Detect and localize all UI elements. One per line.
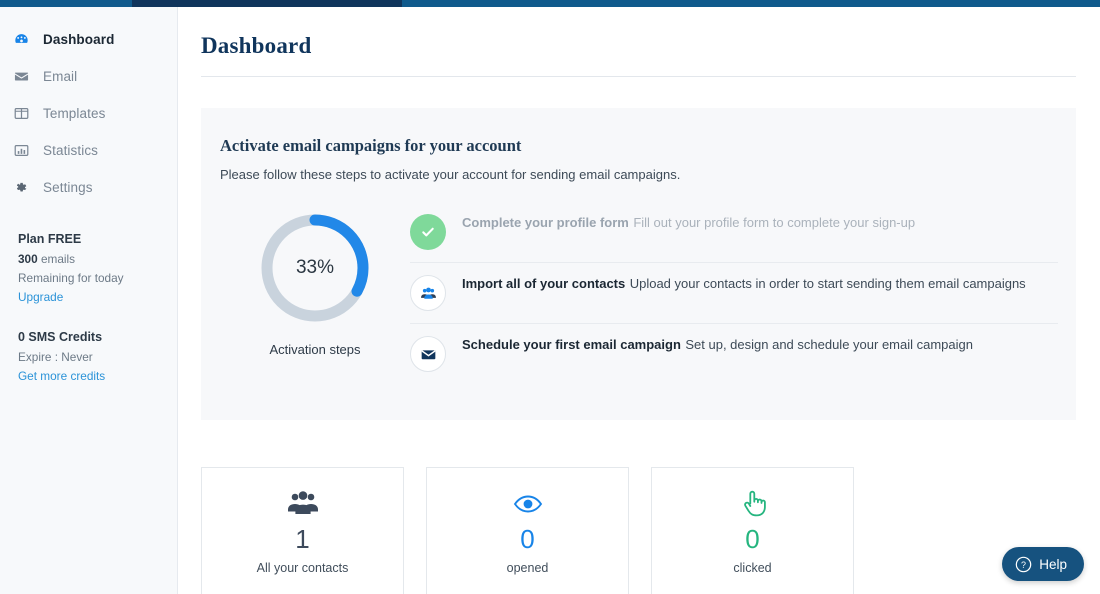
- get-more-credits-link[interactable]: Get more credits: [18, 369, 177, 383]
- eye-icon: [513, 487, 543, 521]
- step-description: Fill out your profile form to complete y…: [633, 215, 916, 230]
- question-circle-icon: ?: [1015, 556, 1032, 573]
- sidebar-item-label: Dashboard: [43, 32, 115, 47]
- stat-value: 1: [295, 524, 310, 554]
- activation-progress: 33% Activation steps: [220, 202, 410, 384]
- sidebar: Dashboard Email Templates Statistics Set: [0, 7, 178, 594]
- step-description: Upload your contacts in order to start s…: [629, 276, 1026, 291]
- sidebar-item-templates[interactable]: Templates: [0, 95, 177, 132]
- pointing-hand-icon: [740, 487, 766, 521]
- svg-text:?: ?: [1021, 559, 1026, 569]
- stat-card-clicked[interactable]: 0 clicked 0%: [651, 467, 854, 594]
- title-divider: [201, 76, 1076, 77]
- plan-remaining-text: Remaining for today: [18, 271, 124, 285]
- help-button-label: Help: [1039, 556, 1067, 572]
- sms-expire-text: Expire : Never: [18, 350, 93, 364]
- stat-card-contacts[interactable]: 1 All your contacts: [201, 467, 404, 594]
- progress-caption: Activation steps: [269, 342, 361, 357]
- top-bar-active-segment: [132, 0, 402, 7]
- stat-card-opened[interactable]: 0 opened 0%: [426, 467, 629, 594]
- plan-emails-line: 300 emails: [18, 252, 177, 266]
- upgrade-link[interactable]: Upgrade: [18, 290, 177, 304]
- progress-percent-label: 33%: [295, 257, 335, 278]
- step-title: Complete your profile form: [462, 215, 629, 230]
- activation-steps-list: Complete your profile form Fill out your…: [410, 202, 1076, 384]
- step-description: Set up, design and schedule your email c…: [685, 337, 973, 352]
- sidebar-item-label: Statistics: [43, 143, 99, 158]
- stat-label: All your contacts: [256, 561, 349, 575]
- plan-emails-count: 300: [18, 252, 38, 266]
- check-icon: [410, 214, 446, 250]
- sms-credits-block: 0 SMS Credits Expire : Never Get more cr…: [0, 330, 177, 383]
- speedometer-icon: [14, 32, 36, 47]
- progress-donut-chart: 33%: [257, 210, 373, 326]
- app-root: Dashboard Email Templates Statistics Set: [0, 0, 1100, 594]
- sidebar-item-statistics[interactable]: Statistics: [0, 132, 177, 169]
- activation-step-import-contacts[interactable]: Import all of your contacts Upload your …: [410, 263, 1058, 324]
- layout-columns-icon: [14, 106, 36, 121]
- contacts-group-icon: [410, 275, 446, 311]
- contacts-group-icon: [287, 487, 319, 521]
- activation-panel-subtitle: Please follow these steps to activate yo…: [220, 167, 681, 182]
- stat-value: 0: [745, 524, 760, 554]
- stat-cards-row: 1 All your contacts 0 opened 0% 0 clic: [201, 467, 854, 594]
- plan-emails-word: emails: [40, 252, 76, 266]
- activation-step-schedule-campaign[interactable]: Schedule your first email campaign Set u…: [410, 324, 1058, 384]
- envelope-icon: [410, 336, 446, 372]
- step-title: Import all of your contacts: [462, 276, 626, 291]
- gear-icon: [14, 180, 36, 195]
- sidebar-item-email[interactable]: Email: [0, 58, 177, 95]
- stat-label: opened: [506, 561, 549, 575]
- stat-label: clicked: [733, 561, 772, 575]
- sms-credits-title: 0 SMS Credits: [18, 330, 103, 344]
- page-title: Dashboard: [201, 33, 312, 58]
- plan-title: Plan FREE: [18, 232, 82, 246]
- activation-panel-title: Activate email campaigns for your accoun…: [220, 136, 522, 155]
- sidebar-item-dashboard[interactable]: Dashboard: [0, 21, 177, 58]
- help-button[interactable]: ? Help: [1002, 547, 1084, 581]
- sidebar-item-label: Email: [43, 69, 78, 84]
- stat-value: 0: [520, 524, 535, 554]
- envelope-icon: [14, 69, 36, 84]
- sidebar-item-label: Templates: [43, 106, 106, 121]
- bar-chart-icon: [14, 143, 36, 158]
- sidebar-item-label: Settings: [43, 180, 93, 195]
- top-bar: [0, 0, 1100, 7]
- activation-panel: Activate email campaigns for your accoun…: [201, 108, 1076, 420]
- sidebar-item-settings[interactable]: Settings: [0, 169, 177, 206]
- plan-block: Plan FREE 300 emails Remaining for today…: [0, 232, 177, 304]
- activation-step-profile[interactable]: Complete your profile form Fill out your…: [410, 202, 1058, 263]
- step-title: Schedule your first email campaign: [462, 337, 681, 352]
